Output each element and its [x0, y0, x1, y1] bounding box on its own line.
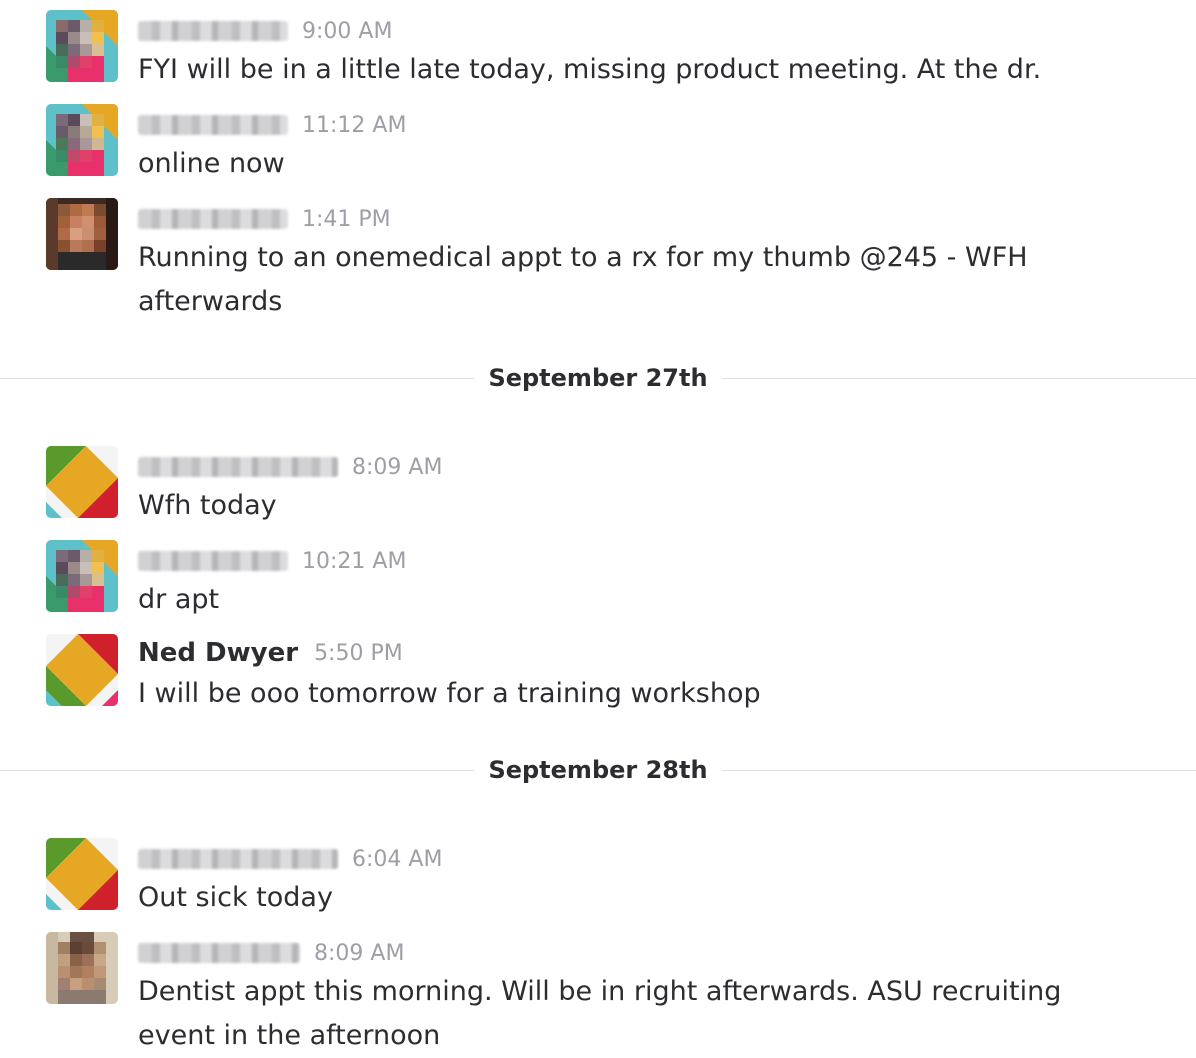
day-divider: September 27th [0, 358, 1196, 398]
message-text: online now [138, 148, 285, 179]
message-header: 1:41 PM [138, 202, 391, 236]
message-header: 9:00 AM [138, 14, 392, 48]
message-text: I will be ooo tomorrow for a training wo… [138, 678, 761, 709]
pixelated-avatar-icon[interactable] [46, 540, 118, 612]
day-divider-label[interactable]: September 27th [474, 358, 722, 398]
sender-name-redacted[interactable] [138, 115, 288, 135]
message-header: Ned Dwyer 5:50 PM [138, 636, 403, 670]
pixelated-photo-avatar-icon[interactable] [46, 198, 118, 270]
message-text: Running to an onemedical appt to a rx fo… [138, 242, 1028, 317]
timestamp[interactable]: 10:21 AM [302, 549, 406, 574]
default-geometric-avatar-icon[interactable] [46, 446, 118, 518]
sender-name-redacted[interactable] [138, 849, 338, 869]
default-geometric-avatar-icon[interactable] [46, 634, 118, 706]
pixelated-avatar-icon[interactable] [46, 104, 118, 176]
sender-name-redacted[interactable] [138, 209, 288, 229]
day-divider-label[interactable]: September 28th [474, 750, 722, 790]
timestamp[interactable]: 1:41 PM [302, 207, 391, 232]
sender-name-redacted[interactable] [138, 21, 288, 41]
message-text: Dentist appt this morning. Will be in ri… [138, 976, 1062, 1051]
divider-line [722, 378, 1196, 379]
message-header: 11:12 AM [138, 108, 406, 142]
message-header: 10:21 AM [138, 544, 406, 578]
message-header: 8:09 AM [138, 450, 442, 484]
message-text: FYI will be in a little late today, miss… [138, 54, 1042, 85]
day-divider: September 28th [0, 750, 1196, 790]
default-geometric-avatar-icon[interactable] [46, 838, 118, 910]
sender-name-redacted[interactable] [138, 551, 288, 571]
timestamp[interactable]: 9:00 AM [302, 19, 392, 44]
pixelated-avatar-icon[interactable] [46, 10, 118, 82]
timestamp[interactable]: 8:09 AM [352, 455, 442, 480]
divider-line [0, 378, 474, 379]
sender-name[interactable]: Ned Dwyer [138, 638, 298, 668]
message-text: Out sick today [138, 882, 333, 913]
message-text: dr apt [138, 584, 220, 615]
timestamp[interactable]: 11:12 AM [302, 113, 406, 138]
sender-name-redacted[interactable] [138, 943, 300, 963]
timestamp[interactable]: 6:04 AM [352, 847, 442, 872]
message-header: 8:09 AM [138, 936, 404, 970]
divider-line [722, 770, 1196, 771]
timestamp[interactable]: 5:50 PM [314, 641, 403, 666]
divider-line [0, 770, 474, 771]
sender-name-redacted[interactable] [138, 457, 338, 477]
timestamp[interactable]: 8:09 AM [314, 941, 404, 966]
message-header: 6:04 AM [138, 842, 442, 876]
pixelated-photo-avatar-icon[interactable] [46, 932, 118, 1004]
message-text: Wfh today [138, 490, 277, 521]
